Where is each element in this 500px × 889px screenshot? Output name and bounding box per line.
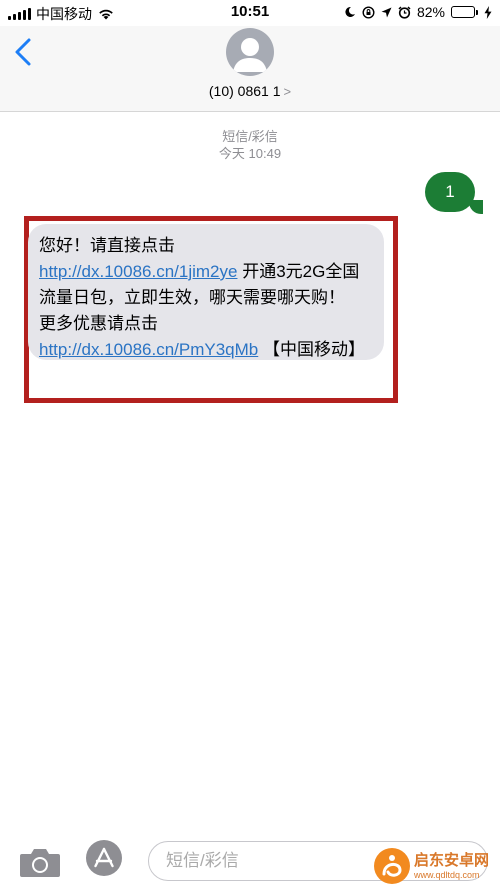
chevron-right-icon: > [283,84,292,99]
avatar-icon [233,38,267,72]
appstore-button[interactable] [86,840,122,876]
message-link-2[interactable]: http://dx.10086.cn/PmY3qMb [39,340,258,359]
battery-percent: 82% [416,4,445,20]
watermark-url: www.qdltdq.com [414,869,480,880]
message-type-label: 短信/彩信 [222,129,278,144]
status-right: 82% [344,4,492,20]
incoming-message-bubble[interactable]: 您好！请直接点击 http://dx.10086.cn/1jim2ye 开通3元… [28,224,384,360]
camera-icon [20,849,60,877]
avatar[interactable] [226,28,274,76]
watermark-logo [374,848,410,884]
watermark-title: 启东安卓网 [414,851,490,869]
contact-name[interactable]: (10) 0861 1 > [0,83,500,99]
message-timestamp: 今天 10:49 [218,146,282,161]
message-link-1[interactable]: http://dx.10086.cn/1jim2ye [39,262,237,281]
status-bar: 中国移动 10:51 82% [0,0,500,26]
lock-rotation-icon [362,5,375,19]
alarm-icon [398,5,411,19]
back-button[interactable] [10,34,40,70]
contact-number: (10) 0861 1 [208,83,281,99]
moon-icon [344,6,356,18]
message-greeting: 您好！请直接点击 [39,236,175,255]
charging-icon [484,5,492,19]
camera-button[interactable] [18,844,62,880]
battery-icon [451,6,478,18]
watermark: 启东安卓网 www.qdltdq.com [374,843,498,889]
watermark-text: 启东安卓网 www.qdltdq.com [414,852,489,881]
appstore-icon [94,847,114,868]
message-signature: 【中国移动】 [258,340,365,359]
location-icon [381,7,392,18]
message-meta: 短信/彩信 今天 10:49 [0,128,500,162]
conversation-header: (10) 0861 1 > [0,26,500,112]
message-more: 更多优惠请点击 [39,314,158,333]
back-chevron-icon [15,38,31,66]
outgoing-message-bubble[interactable]: 1 [425,172,475,212]
